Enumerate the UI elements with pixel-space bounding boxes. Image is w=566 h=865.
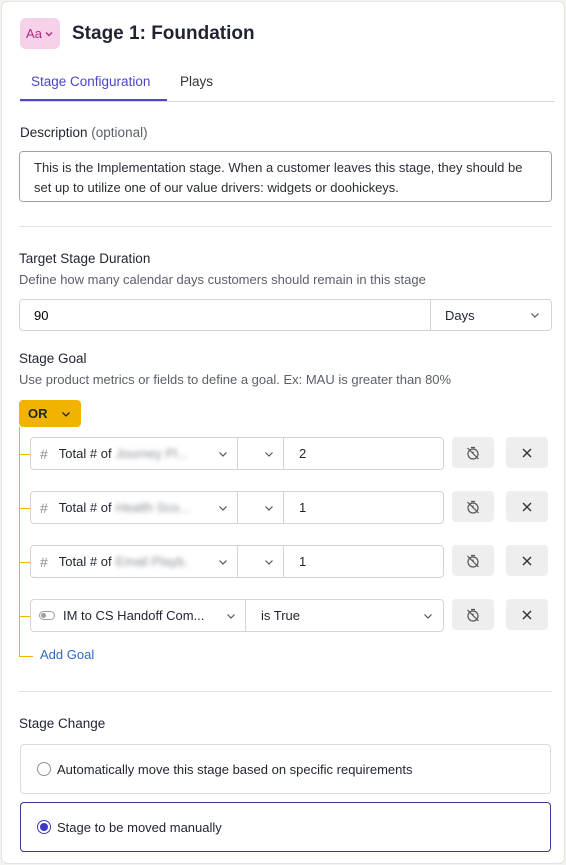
chevron-down-icon <box>531 313 539 318</box>
stage-panel: Aa Stage 1: Foundation Stage Configurati… <box>1 1 565 864</box>
duration-help: Define how many calendar days customers … <box>19 272 426 287</box>
optional-tag: (optional) <box>91 125 148 140</box>
remove-goal-button[interactable] <box>506 599 548 630</box>
goal-condition: # Total # of Health Sco... 1 <box>30 491 444 524</box>
metric-select[interactable]: # Total # of Health Sco... <box>31 492 237 523</box>
chevron-down-icon <box>227 614 235 619</box>
chevron-down-icon <box>265 559 273 565</box>
duration-field: Days <box>19 299 552 331</box>
radio-option-automatic[interactable]: Automatically move this stage based on s… <box>20 744 551 794</box>
timer-off-icon <box>467 608 479 622</box>
metric-prefix: Total # of <box>58 446 112 461</box>
close-icon <box>522 610 532 619</box>
goal-value-input[interactable]: 1 <box>283 546 443 577</box>
goal-tree-line <box>19 427 20 657</box>
goal-condition: # Total # of Journey Pl... 2 <box>30 437 444 470</box>
goal-tree-branch <box>19 616 30 617</box>
metric-select[interactable]: # Total # of Journey Pl... <box>31 438 237 469</box>
chevron-down-icon <box>265 505 273 511</box>
tab-stage-configuration[interactable]: Stage Configuration <box>20 64 167 101</box>
logic-operator-select[interactable]: OR <box>19 400 81 427</box>
metric-select[interactable]: # Total # of Email Playb. <box>31 546 237 577</box>
goal-value-input[interactable]: 1 <box>283 492 443 523</box>
hash-icon: # <box>40 553 48 570</box>
goal-label: Stage Goal <box>19 351 87 366</box>
page-title: Stage 1: Foundation <box>72 22 255 44</box>
remove-goal-button[interactable] <box>506 437 548 468</box>
close-icon <box>522 448 532 457</box>
timer-off-icon <box>467 554 479 568</box>
chevron-down-icon <box>62 411 70 417</box>
duration-input[interactable] <box>20 300 430 330</box>
radio-button[interactable] <box>37 820 51 834</box>
timer-off-button[interactable] <box>452 545 494 576</box>
stage-change-label: Stage Change <box>19 716 106 731</box>
radio-button[interactable] <box>37 762 51 776</box>
condition-select[interactable]: is True <box>245 600 443 631</box>
duration-unit-value: Days <box>445 307 475 323</box>
metric-name-redacted: Email Playb. <box>115 554 188 569</box>
comparator-select[interactable] <box>237 492 283 523</box>
goal-tree-branch <box>19 454 30 455</box>
goal-value-input[interactable]: 2 <box>283 438 443 469</box>
chevron-down-icon <box>45 31 53 36</box>
timer-off-button[interactable] <box>452 437 494 468</box>
close-icon <box>522 556 532 565</box>
description-label-text: Description <box>20 125 88 140</box>
field-select[interactable]: IM to CS Handoff Com... <box>31 600 245 631</box>
toggle-icon <box>39 611 55 620</box>
remove-goal-button[interactable] <box>506 491 548 522</box>
goal-condition: # Total # of Email Playb. 1 <box>30 545 444 578</box>
add-goal-link[interactable]: Add Goal <box>40 647 94 662</box>
duration-label: Target Stage Duration <box>19 251 151 266</box>
goal-condition: IM to CS Handoff Com... is True <box>30 599 444 632</box>
icon-picker-label: Aa <box>26 26 42 41</box>
radio-option-label: Automatically move this stage based on s… <box>57 761 413 777</box>
condition-value: is True <box>261 608 301 623</box>
remove-goal-button[interactable] <box>506 545 548 576</box>
field-name: IM to CS Handoff Com... <box>63 608 205 623</box>
chevron-down-icon <box>265 451 273 457</box>
hash-icon: # <box>40 499 48 516</box>
duration-unit-select[interactable]: Days <box>430 300 551 330</box>
goal-help: Use product metrics or fields to define … <box>19 372 452 387</box>
chevron-down-icon <box>219 560 227 565</box>
goal-tree-branch <box>19 562 30 563</box>
radio-option-label: Stage to be moved manually <box>57 819 222 835</box>
metric-prefix: Total # of <box>58 554 112 569</box>
chevron-down-icon <box>219 452 227 457</box>
timer-off-button[interactable] <box>452 491 494 522</box>
timer-off-icon <box>467 500 479 514</box>
stage-header: Aa Stage 1: Foundation <box>20 18 255 49</box>
timer-off-icon <box>467 446 479 460</box>
comparator-select[interactable] <box>237 438 283 469</box>
metric-name-redacted: Health Sco... <box>115 500 190 515</box>
divider <box>19 226 552 227</box>
hash-icon: # <box>40 445 48 462</box>
goal-tree-branch <box>19 508 30 509</box>
timer-off-button[interactable] <box>452 599 494 630</box>
goal-tree-branch <box>19 656 33 657</box>
metric-name-redacted: Journey Pl... <box>115 446 188 461</box>
tab-plays[interactable]: Plays <box>169 64 224 101</box>
description-label: Description (optional) <box>20 125 148 140</box>
chevron-down-icon <box>424 613 432 619</box>
close-icon <box>522 502 532 511</box>
logic-operator-value: OR <box>28 406 48 421</box>
comparator-select[interactable] <box>237 546 283 577</box>
metric-prefix: Total # of <box>58 500 112 515</box>
radio-option-manual[interactable]: Stage to be moved manually <box>20 802 551 852</box>
icon-picker-button[interactable]: Aa <box>20 18 60 49</box>
chevron-down-icon <box>219 506 227 511</box>
description-input[interactable]: This is the Implementation stage. When a… <box>19 151 552 202</box>
divider <box>19 691 552 692</box>
tab-bar: Stage Configuration Plays <box>20 64 555 102</box>
